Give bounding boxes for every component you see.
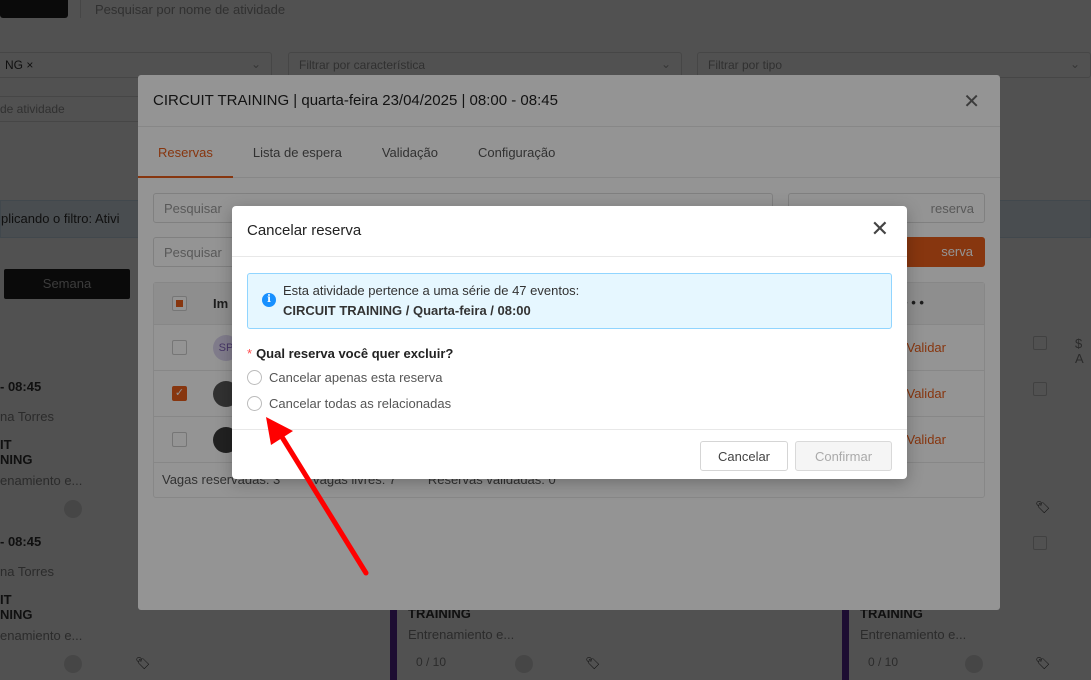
cancel-reservation-dialog: Cancelar reserva ✕ i Esta atividade pert… (232, 206, 907, 479)
radio-button[interactable] (247, 396, 262, 411)
question-text: Qual reserva você quer excluir? (256, 346, 454, 361)
dialog-footer: Cancelar Confirmar (232, 429, 907, 479)
option-label: Cancelar todas as relacionadas (269, 396, 452, 411)
close-icon[interactable]: ✕ (871, 218, 889, 240)
dialog-header: Cancelar reserva ✕ (232, 206, 907, 257)
info-icon: i (262, 293, 276, 307)
series-info-alert: i Esta atividade pertence a uma série de… (247, 273, 892, 329)
series-name: CIRCUIT TRAINING / Quarta-feira / 08:00 (283, 303, 531, 318)
dialog-title: Cancelar reserva (247, 222, 362, 239)
option-cancel-this[interactable]: Cancelar apenas esta reserva (247, 370, 442, 385)
info-text: Esta atividade pertence a uma série de 4… (283, 283, 580, 298)
option-cancel-all[interactable]: Cancelar todas as relacionadas (247, 396, 451, 411)
cancel-button[interactable]: Cancelar (700, 441, 788, 471)
confirm-button[interactable]: Confirmar (795, 441, 892, 471)
option-label: Cancelar apenas esta reserva (269, 370, 443, 385)
delete-question-label: * Qual reserva você quer excluir? (247, 346, 453, 361)
required-asterisk: * (247, 346, 253, 361)
radio-button[interactable] (247, 370, 262, 385)
